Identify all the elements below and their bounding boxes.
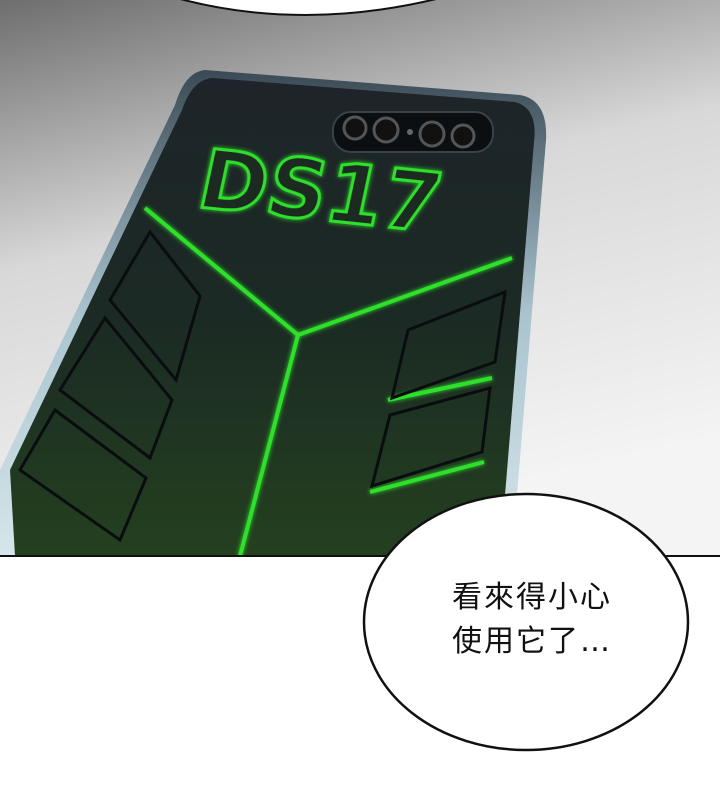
speech-line: 使用它了…	[452, 624, 612, 659]
speech-line: 看來得小心	[452, 580, 612, 615]
comic-page: DS17 看來得小心 使用它了…	[0, 0, 720, 800]
speech-bubble	[362, 492, 690, 752]
speech-bubble-text: 看來得小心 使用它了…	[402, 576, 662, 664]
